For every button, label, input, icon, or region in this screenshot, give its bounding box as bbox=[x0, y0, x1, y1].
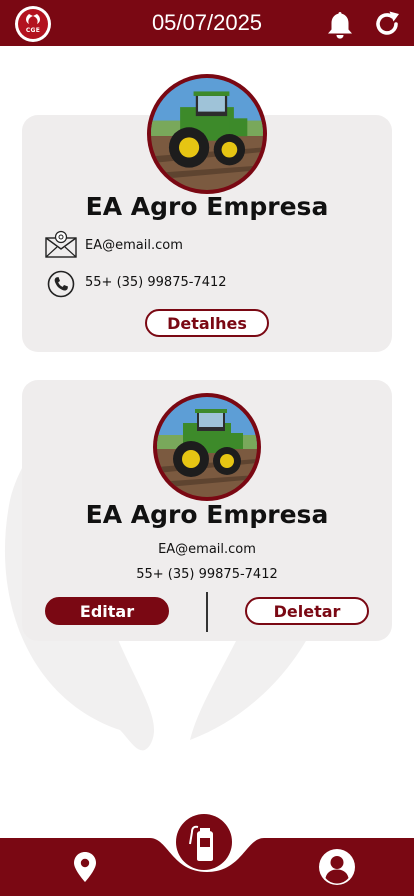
bell-icon[interactable] bbox=[326, 10, 354, 40]
company-phone: 55+ (35) 99875-7412 bbox=[85, 275, 227, 290]
fire-extinguisher-icon bbox=[189, 825, 213, 861]
details-button[interactable]: Detalhes bbox=[145, 309, 269, 337]
tractor-photo bbox=[157, 397, 257, 497]
company-avatar bbox=[147, 74, 267, 194]
company-phone: 55+ (35) 99875-7412 bbox=[136, 567, 278, 582]
location-icon[interactable] bbox=[72, 851, 98, 883]
refresh-icon[interactable] bbox=[373, 10, 401, 38]
mail-icon bbox=[45, 230, 77, 258]
profile-icon[interactable] bbox=[318, 848, 356, 886]
company-name: EA Agro Empresa bbox=[85, 192, 329, 221]
phone-icon bbox=[47, 270, 75, 298]
edit-button[interactable]: Editar bbox=[45, 597, 169, 625]
tractor-photo bbox=[151, 78, 263, 190]
company-name: EA Agro Empresa bbox=[85, 500, 329, 529]
button-divider bbox=[206, 592, 208, 632]
company-avatar bbox=[153, 393, 261, 501]
company-email: EA@email.com bbox=[158, 542, 256, 557]
delete-button[interactable]: Deletar bbox=[245, 597, 369, 625]
fire-extinguisher-button[interactable] bbox=[176, 814, 232, 870]
top-app-bar: CGE 05/07/2025 bbox=[0, 0, 414, 46]
company-email: EA@email.com bbox=[85, 238, 183, 253]
